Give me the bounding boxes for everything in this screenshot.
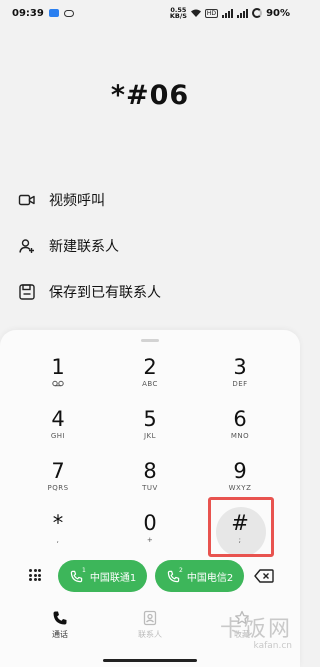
key-digit: * [52,511,64,535]
dial-actions: 视频呼叫 新建联系人 保存到已有联系人 [0,177,300,315]
phone-icon [53,611,67,625]
key-letters: + [146,536,154,544]
nav-calls-label: 通话 [52,630,68,639]
call-sim2-button[interactable]: 2 中国电信2 [155,560,244,592]
network-speed: 0.55 KB/S [169,6,187,20]
key-letters: DEF [232,380,248,388]
key-letters: , [56,536,60,544]
nav-contacts-label: 联系人 [138,630,162,639]
video-call-action[interactable]: 视频呼叫 [0,177,300,223]
new-contact-action[interactable]: 新建联系人 [0,223,300,269]
home-indicator[interactable] [103,659,197,662]
wifi-icon [190,9,201,17]
call-row: 1 中国联通1 2 中国电信2 [0,560,300,592]
app-notification-icon [48,9,59,17]
dialpad-toggle-icon[interactable] [29,569,41,581]
key-digit: 5 [143,407,157,431]
network-speed-unit: KB/S [169,12,187,20]
watermark-main: 卡饭网 [219,617,292,642]
status-bar: 09:39 0.55 KB/S HD 90% [0,0,300,26]
video-call-label: 视频呼叫 [49,193,105,209]
key-digit: 1 [51,355,65,379]
call-sim1-button[interactable]: 1 中国联通1 [58,560,147,592]
backspace-icon[interactable] [254,569,274,583]
key-digit: 3 [233,355,247,379]
watermark: 卡饭网 kafan.cn [220,611,292,651]
key-digit: 4 [51,407,65,431]
annotation-highlight-box [208,497,274,557]
save-icon [19,284,35,300]
key-star[interactable]: * , [26,510,90,566]
key-1[interactable]: 1 [26,354,90,410]
signal-icon [222,8,234,18]
hd-badge: HD [204,8,219,18]
key-letters: WXYZ [228,484,252,492]
save-to-contact-action[interactable]: 保存到已有联系人 [0,269,300,315]
signal-icon-2 [237,8,249,18]
cloud-icon [63,9,74,17]
key-digit: 2 [143,355,157,379]
key-letters: JKL [143,432,157,440]
key-letters: GHI [50,432,66,440]
key-digit: 8 [143,459,157,483]
key-letters: TUV [142,484,158,492]
status-time: 09:39 [12,7,44,19]
key-3[interactable]: 3 DEF [208,354,272,410]
key-8[interactable]: 8 TUV [118,458,182,514]
battery-percent: 90% [266,7,290,19]
key-digit: 9 [233,459,247,483]
dialpad-panel: 1 2 ABC 3 DEF 4 GHI 5 JKL 6 MNO 7 PQRS 8… [0,330,300,667]
sim-number: 1 [82,567,86,574]
save-to-contact-label: 保存到已有联系人 [49,285,161,301]
key-4[interactable]: 4 GHI [26,406,90,462]
nav-calls[interactable]: 通话 [30,610,90,640]
sim-number: 2 [179,567,183,574]
key-7[interactable]: 7 PQRS [26,458,90,514]
add-contact-icon [19,239,34,253]
key-0[interactable]: 0 + [118,510,182,566]
nav-contacts[interactable]: 联系人 [120,610,180,640]
video-call-icon [18,194,35,206]
key-letters: PQRS [47,484,69,492]
key-2[interactable]: 2 ABC [118,354,182,410]
dialed-number: *#06 [110,80,190,111]
key-digit: 6 [233,407,247,431]
key-5[interactable]: 5 JKL [118,406,182,462]
status-left: 09:39 [12,8,74,19]
key-6[interactable]: 6 MNO [208,406,272,462]
key-letters: ABC [142,380,158,388]
call-sim2-label: 中国电信2 [186,572,234,584]
contacts-icon [143,610,157,626]
battery-icon [252,8,263,18]
key-letters: MNO [230,432,250,440]
key-digit: 7 [51,459,65,483]
new-contact-label: 新建联系人 [49,239,119,255]
key-digit: 0 [143,511,157,535]
call-sim1-label: 中国联通1 [89,572,137,584]
voicemail-icon [26,380,90,390]
status-right: 0.55 KB/S HD 90% [169,6,290,20]
drag-handle[interactable] [141,339,159,342]
